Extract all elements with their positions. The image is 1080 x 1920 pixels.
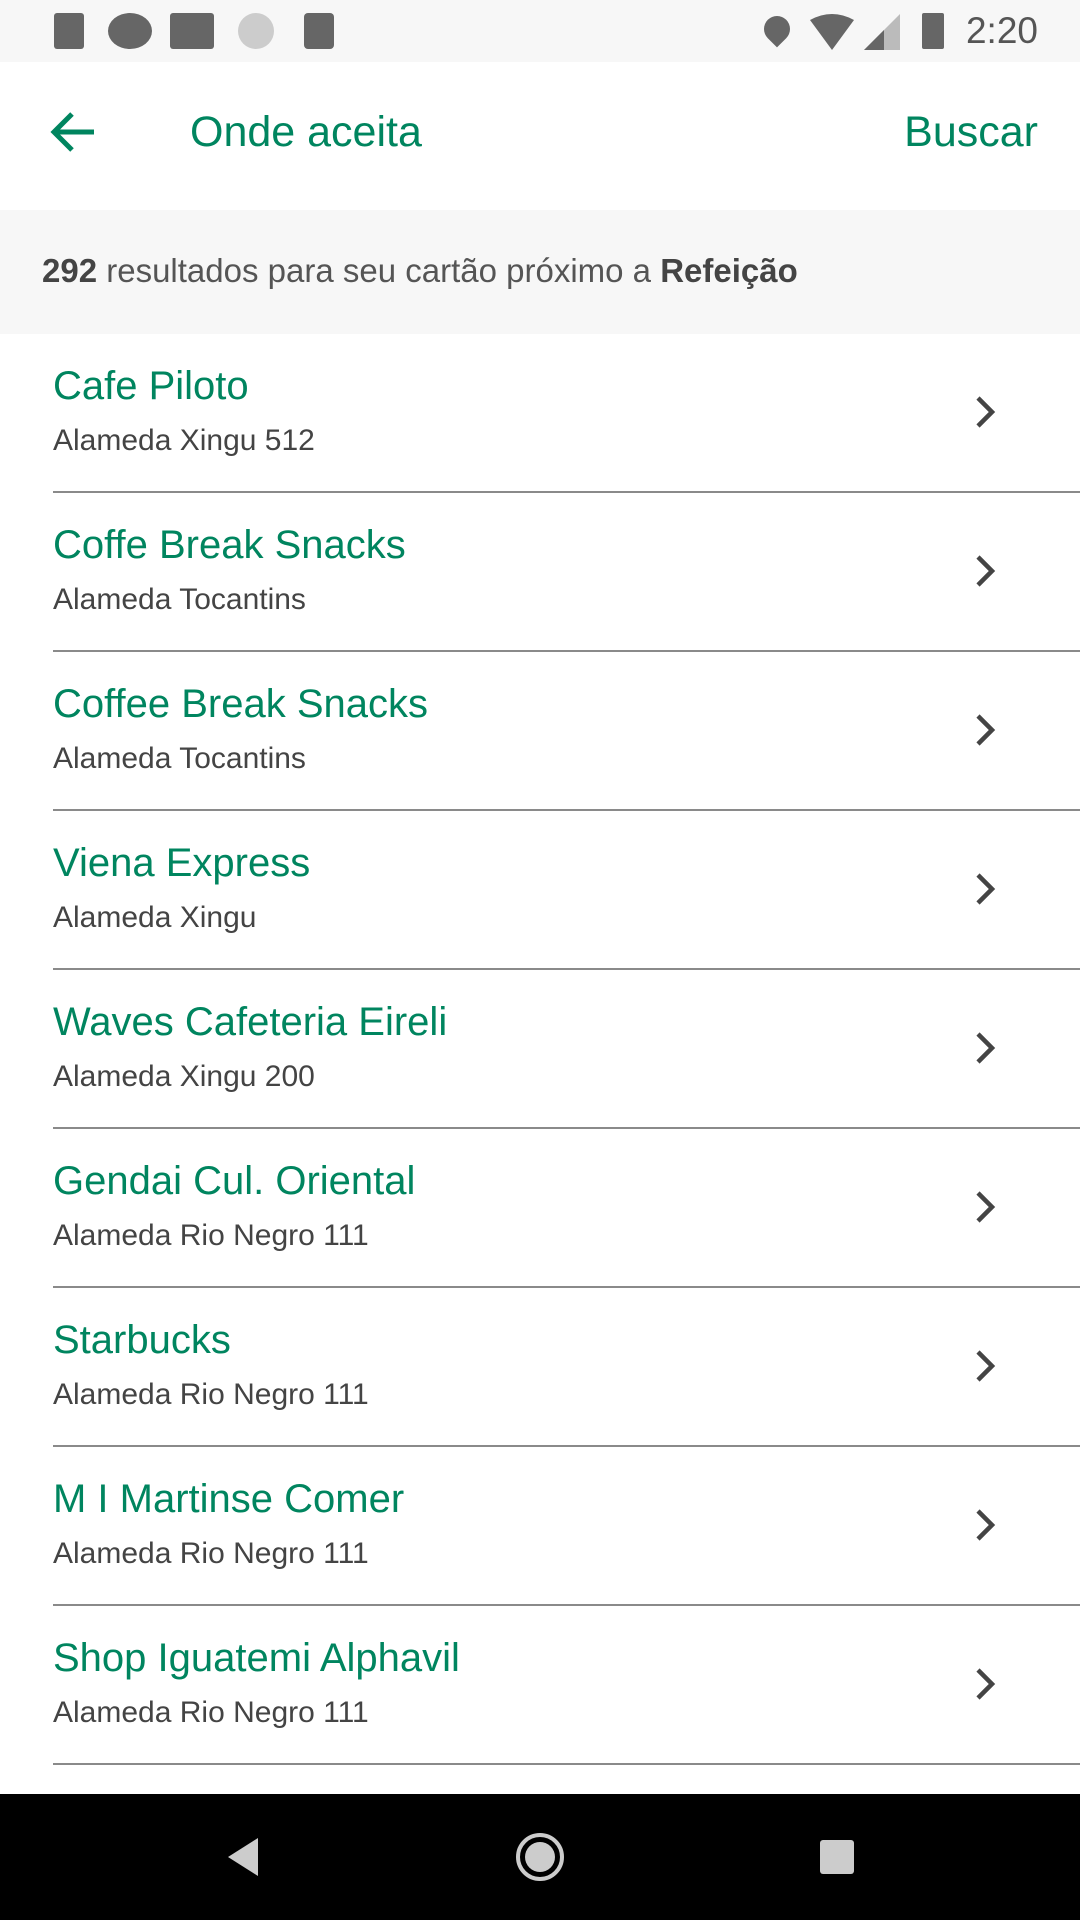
clock: 2:20 (965, 10, 1038, 51)
list-item[interactable]: Coffe Break Snacks Alameda Tocantins (0, 493, 1080, 652)
list-item[interactable]: Shop Iguatemi Alphavil Alameda Rio Negro … (0, 1606, 1080, 1765)
sync-icon (238, 13, 274, 49)
results-summary-text: 292 resultados para seu cartão próximo a… (42, 252, 798, 290)
list-item[interactable]: M I Martinse Comer Alameda Rio Negro 111 (0, 1447, 1080, 1606)
chevron-right-icon (976, 555, 996, 587)
font-notification-icon (54, 13, 84, 49)
list-item[interactable]: Cafe Piloto Alameda Xingu 512 (0, 334, 1080, 493)
chevron-right-icon (976, 1032, 996, 1064)
place-address: Alameda Xingu 200 (53, 1060, 315, 1093)
sd-card-icon (304, 13, 334, 49)
results-summary: 292 resultados para seu cartão próximo a… (0, 210, 1080, 334)
place-name: Viena Express (53, 841, 311, 885)
status-bar: 2:20 (0, 0, 1080, 62)
chevron-right-icon (976, 1509, 996, 1541)
nav-back-icon[interactable] (216, 1830, 270, 1884)
place-address: Alameda Rio Negro 111 (53, 1696, 369, 1729)
results-text: resultados para seu cartão próximo a (97, 252, 661, 289)
list-item[interactable]: Coffee Break Snacks Alameda Tocantins (0, 652, 1080, 811)
place-name: Cafe Piloto (53, 364, 249, 408)
chevron-right-icon (976, 714, 996, 746)
list-item[interactable]: Gendai Cul. Oriental Alameda Rio Negro 11… (0, 1129, 1080, 1288)
battery-icon (922, 13, 944, 49)
chevron-right-icon (976, 396, 996, 428)
wifi-icon (810, 14, 854, 50)
place-address: Alameda Rio Negro 111 (53, 1219, 369, 1252)
place-address: Alameda Xingu (53, 901, 257, 934)
results-category: Refeição (660, 252, 798, 289)
chevron-right-icon (976, 873, 996, 905)
chevron-right-icon (976, 1191, 996, 1223)
list-item[interactable]: Viena Express Alameda Xingu (0, 811, 1080, 970)
place-name: Coffe Break Snacks (53, 523, 406, 567)
place-name: Starbucks (53, 1318, 231, 1362)
page-title: Onde aceita (190, 108, 422, 156)
app-notification-icon (108, 13, 152, 49)
place-name: M I Martinse Comer (53, 1477, 405, 1521)
place-name: Waves Cafeteria Eireli (53, 1000, 448, 1044)
place-address: Alameda Tocantins (53, 742, 306, 775)
place-address: Alameda Xingu 512 (53, 424, 315, 457)
results-count: 292 (42, 252, 98, 289)
system-navigation-bar (0, 1794, 1080, 1920)
location-icon (758, 10, 796, 48)
list-item[interactable]: Starbucks Alameda Rio Negro 111 (0, 1288, 1080, 1447)
results-list: Cafe Piloto Alameda Xingu 512 Coffe Break… (0, 334, 1080, 1765)
search-button[interactable]: Buscar (904, 108, 1038, 157)
place-address: Alameda Rio Negro 111 (53, 1537, 369, 1570)
place-address: Alameda Rio Negro 111 (53, 1378, 369, 1411)
place-address: Alameda Tocantins (53, 583, 306, 616)
app-header: Onde aceita Buscar (0, 62, 1080, 210)
chevron-right-icon (976, 1668, 996, 1700)
list-item[interactable]: Waves Cafeteria Eireli Alameda Xingu 200 (0, 970, 1080, 1129)
nav-recents-icon[interactable] (810, 1830, 864, 1884)
place-name: Gendai Cul. Oriental (53, 1159, 416, 1203)
chevron-right-icon (976, 1350, 996, 1382)
nav-home-icon[interactable] (513, 1830, 567, 1884)
place-name: Coffee Break Snacks (53, 682, 429, 726)
gmail-icon (170, 13, 214, 49)
back-arrow-icon[interactable] (48, 106, 100, 158)
place-name: Shop Iguatemi Alphavil (53, 1636, 460, 1680)
signal-icon (864, 14, 900, 50)
